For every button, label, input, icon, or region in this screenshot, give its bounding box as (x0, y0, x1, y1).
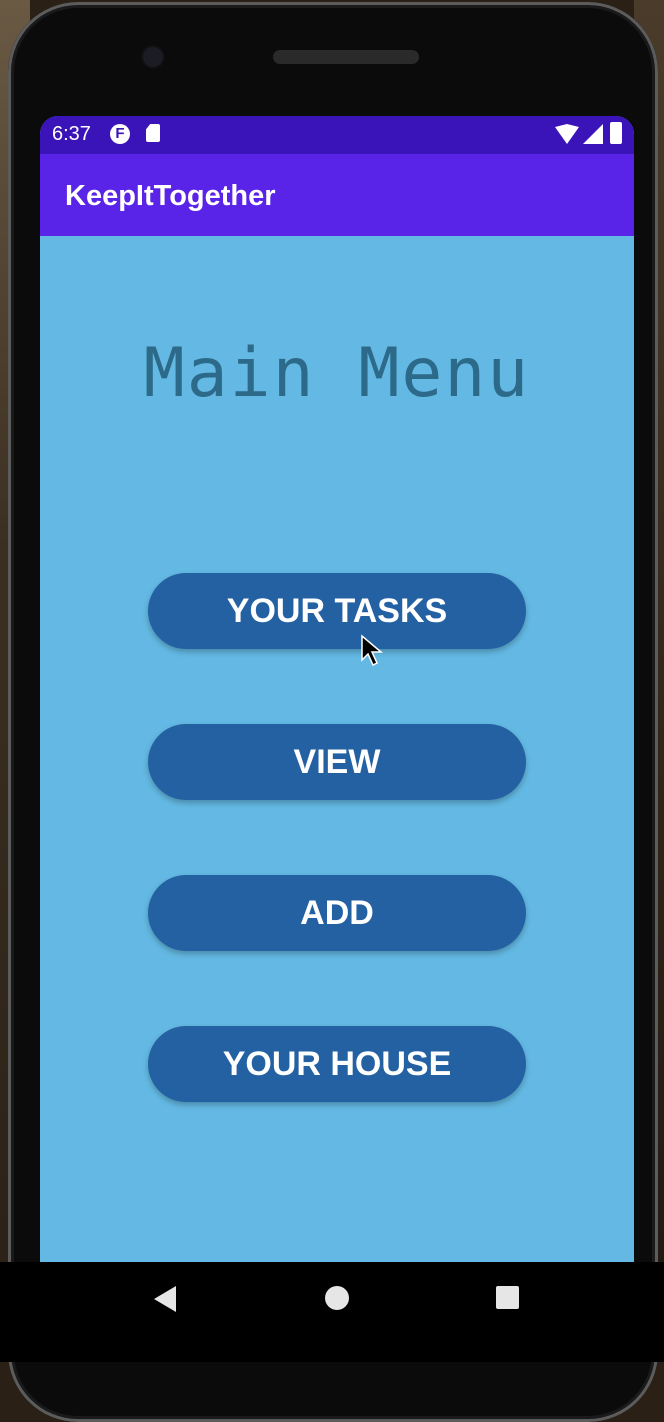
navigation-bar (0, 1262, 664, 1362)
front-camera (143, 47, 163, 67)
f-notification-icon: F (110, 124, 130, 144)
status-bar: 6:37 F (40, 116, 634, 154)
mouse-cursor-icon (361, 634, 384, 667)
your-tasks-button[interactable]: YOUR TASKS (148, 573, 526, 649)
view-button[interactable]: VIEW (148, 724, 526, 800)
recents-icon[interactable] (496, 1286, 519, 1309)
battery-icon (610, 122, 622, 144)
signal-icon (583, 124, 603, 144)
app-bar: KeepItTogether (40, 154, 634, 236)
app-title: KeepItTogether (65, 180, 276, 212)
main-menu-heading: Main Menu (143, 334, 531, 413)
wifi-icon (555, 124, 579, 144)
add-button[interactable]: ADD (148, 875, 526, 951)
your-house-button[interactable]: YOUR HOUSE (148, 1026, 526, 1102)
app-screen: 6:37 F KeepItTogether Main Menu YOUR TAS… (40, 116, 634, 1262)
earpiece-speaker (273, 50, 419, 64)
back-icon[interactable] (154, 1286, 176, 1312)
home-icon[interactable] (325, 1286, 349, 1310)
status-time: 6:37 (52, 123, 91, 145)
sd-card-icon (146, 124, 160, 142)
